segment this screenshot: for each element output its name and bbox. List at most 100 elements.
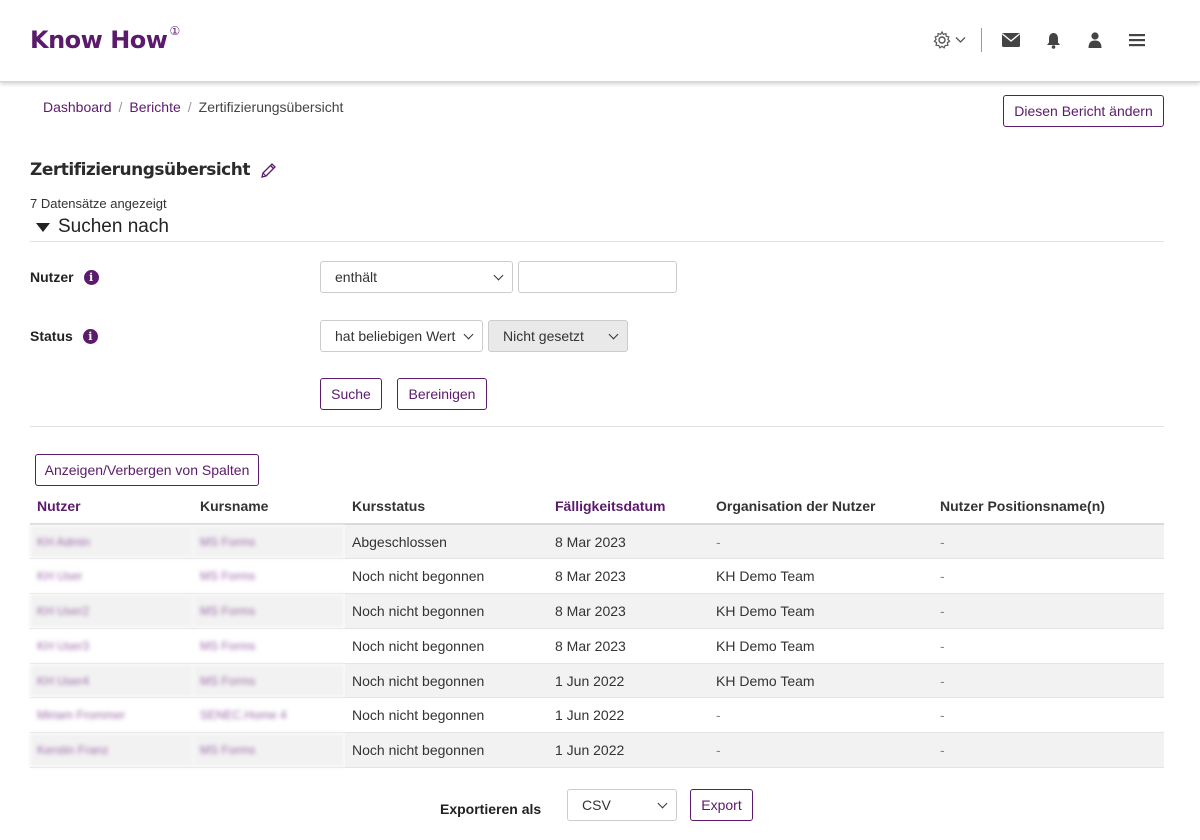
cell-course[interactable]: MS Forms bbox=[193, 558, 345, 595]
cell-organisation: KH Demo Team bbox=[709, 663, 933, 699]
cell-course[interactable]: MS Forms bbox=[193, 732, 345, 769]
cell-course[interactable]: MS Forms bbox=[193, 663, 345, 699]
cell-organisation: KH Demo Team bbox=[709, 558, 933, 595]
divider bbox=[30, 426, 1164, 427]
filter-status-operator-select[interactable]: hat beliebigen Wert bbox=[320, 320, 483, 352]
filter-status-label: Status bbox=[30, 328, 73, 344]
chevron-down-icon bbox=[493, 270, 504, 280]
nav-divider bbox=[981, 28, 982, 52]
export-format-value: CSV bbox=[582, 797, 611, 813]
cell-status: Noch nicht begonnen bbox=[345, 558, 548, 595]
chevron-down-icon bbox=[463, 329, 474, 339]
export-button[interactable]: Export bbox=[690, 789, 753, 821]
cell-organisation: KH Demo Team bbox=[709, 628, 933, 664]
edit-report-button[interactable]: Diesen Bericht ändern bbox=[1003, 95, 1164, 127]
filter-status-value: Nicht gesetzt bbox=[503, 328, 584, 344]
page-title-row: Zertifizierungsübersicht bbox=[30, 160, 278, 180]
breadcrumb-separator: / bbox=[187, 99, 192, 115]
search-button[interactable]: Suche bbox=[320, 378, 382, 410]
cell-course[interactable]: SENEC.Home 4 bbox=[193, 697, 345, 734]
cell-status: Abgeschlossen bbox=[345, 524, 548, 560]
cell-status: Noch nicht begonnen bbox=[345, 697, 548, 734]
cell-status: Noch nicht begonnen bbox=[345, 663, 548, 699]
table-row: KH User MS Forms Noch nicht begonnen 8 M… bbox=[30, 558, 1164, 595]
table-header-row: Nutzer Kursname Kursstatus Fälligkeitsda… bbox=[30, 489, 1164, 525]
cell-organisation: - bbox=[709, 697, 933, 734]
cell-organisation: - bbox=[709, 732, 933, 769]
filter-status-value-select[interactable]: Nicht gesetzt bbox=[488, 320, 628, 352]
breadcrumb-current: Zertifizierungsübersicht bbox=[198, 99, 344, 115]
gear-icon[interactable] bbox=[931, 29, 953, 51]
cell-user[interactable]: KH User2 bbox=[30, 593, 193, 629]
cell-due-date: 8 Mar 2023 bbox=[548, 628, 709, 664]
cell-course[interactable]: MS Forms bbox=[193, 628, 345, 664]
cell-due-date: 1 Jun 2022 bbox=[548, 663, 709, 699]
cell-user[interactable]: Miriam Frommer bbox=[30, 697, 193, 734]
col-header-due-date[interactable]: Fälligkeitsdatum bbox=[548, 489, 709, 525]
user-icon[interactable] bbox=[1084, 29, 1106, 51]
filter-status-operator-value: hat beliebigen Wert bbox=[335, 328, 456, 344]
filter-user-label: Nutzer bbox=[30, 269, 74, 285]
toggle-columns-button[interactable]: Anzeigen/Verbergen von Spalten bbox=[35, 454, 259, 486]
pencil-icon[interactable] bbox=[259, 161, 278, 180]
nav-icons bbox=[931, 28, 1148, 52]
breadcrumb-dashboard[interactable]: Dashboard bbox=[43, 99, 112, 115]
cell-status: Noch nicht begonnen bbox=[345, 593, 548, 629]
cell-course[interactable]: MS Forms bbox=[193, 593, 345, 629]
filter-status-label-row: Status i bbox=[30, 328, 98, 344]
caret-down-icon bbox=[36, 222, 50, 232]
cell-position: - bbox=[933, 663, 1164, 699]
report-table: Nutzer Kursname Kursstatus Fälligkeitsda… bbox=[30, 489, 1164, 769]
chevron-down-icon[interactable] bbox=[953, 29, 967, 51]
cell-position: - bbox=[933, 732, 1164, 769]
cell-user[interactable]: KH User4 bbox=[30, 663, 193, 699]
breadcrumb-reports[interactable]: Berichte bbox=[129, 99, 180, 115]
info-icon[interactable]: i bbox=[82, 328, 98, 344]
cell-organisation: KH Demo Team bbox=[709, 593, 933, 629]
filter-user-operator-select[interactable]: enthält bbox=[320, 261, 513, 293]
envelope-icon[interactable] bbox=[1000, 29, 1022, 51]
cell-position: - bbox=[933, 697, 1164, 734]
cell-user[interactable]: KH User3 bbox=[30, 628, 193, 664]
table-row: KH User2 MS Forms Noch nicht begonnen 8 … bbox=[30, 593, 1164, 629]
breadcrumb: Dashboard / Berichte / Zertifizierungsüb… bbox=[43, 99, 343, 115]
table-row: Miriam Frommer SENEC.Home 4 Noch nicht b… bbox=[30, 697, 1164, 734]
cell-user[interactable]: Kerstin Franz bbox=[30, 732, 193, 769]
logo[interactable]: Know How ① bbox=[30, 24, 180, 54]
cell-user[interactable]: KH User bbox=[30, 558, 193, 595]
table-row: Kerstin Franz MS Forms Noch nicht begonn… bbox=[30, 732, 1164, 769]
bell-icon[interactable] bbox=[1042, 29, 1064, 51]
export-format-select[interactable]: CSV bbox=[567, 789, 677, 821]
cell-due-date: 8 Mar 2023 bbox=[548, 524, 709, 560]
cell-status: Noch nicht begonnen bbox=[345, 732, 548, 769]
clear-button[interactable]: Bereinigen bbox=[397, 378, 487, 410]
cell-due-date: 1 Jun 2022 bbox=[548, 697, 709, 734]
cell-course[interactable]: MS Forms bbox=[193, 524, 345, 560]
records-count: 7 Datensätze angezeigt bbox=[30, 196, 167, 211]
page-title: Zertifizierungsübersicht bbox=[30, 160, 250, 180]
cell-position: - bbox=[933, 558, 1164, 595]
col-header-course: Kursname bbox=[193, 489, 345, 525]
cell-position: - bbox=[933, 524, 1164, 560]
filter-user-input[interactable] bbox=[518, 261, 677, 293]
cell-user[interactable]: KH Admin bbox=[30, 524, 193, 560]
col-header-user[interactable]: Nutzer bbox=[30, 489, 193, 525]
table-row: KH User3 MS Forms Noch nicht begonnen 8 … bbox=[30, 628, 1164, 664]
cell-status: Noch nicht begonnen bbox=[345, 628, 548, 664]
col-header-organisation: Organisation der Nutzer bbox=[709, 489, 933, 525]
logo-mark: ① bbox=[169, 24, 180, 38]
info-icon[interactable]: i bbox=[83, 269, 99, 285]
search-toggle[interactable]: Suchen nach bbox=[36, 216, 169, 238]
table-row: KH User4 MS Forms Noch nicht begonnen 1 … bbox=[30, 663, 1164, 699]
cell-position: - bbox=[933, 593, 1164, 629]
col-header-position: Nutzer Positionsname(n) bbox=[933, 489, 1164, 525]
cell-due-date: 1 Jun 2022 bbox=[548, 732, 709, 769]
filter-user-operator-value: enthält bbox=[335, 269, 378, 285]
menu-icon[interactable] bbox=[1126, 29, 1148, 51]
cell-due-date: 8 Mar 2023 bbox=[548, 558, 709, 595]
col-header-course-status: Kursstatus bbox=[345, 489, 548, 525]
top-navbar: Know How ① bbox=[0, 0, 1200, 82]
logo-text: Know How bbox=[30, 26, 168, 54]
cell-due-date: 8 Mar 2023 bbox=[548, 593, 709, 629]
search-toggle-label: Suchen nach bbox=[58, 216, 169, 237]
